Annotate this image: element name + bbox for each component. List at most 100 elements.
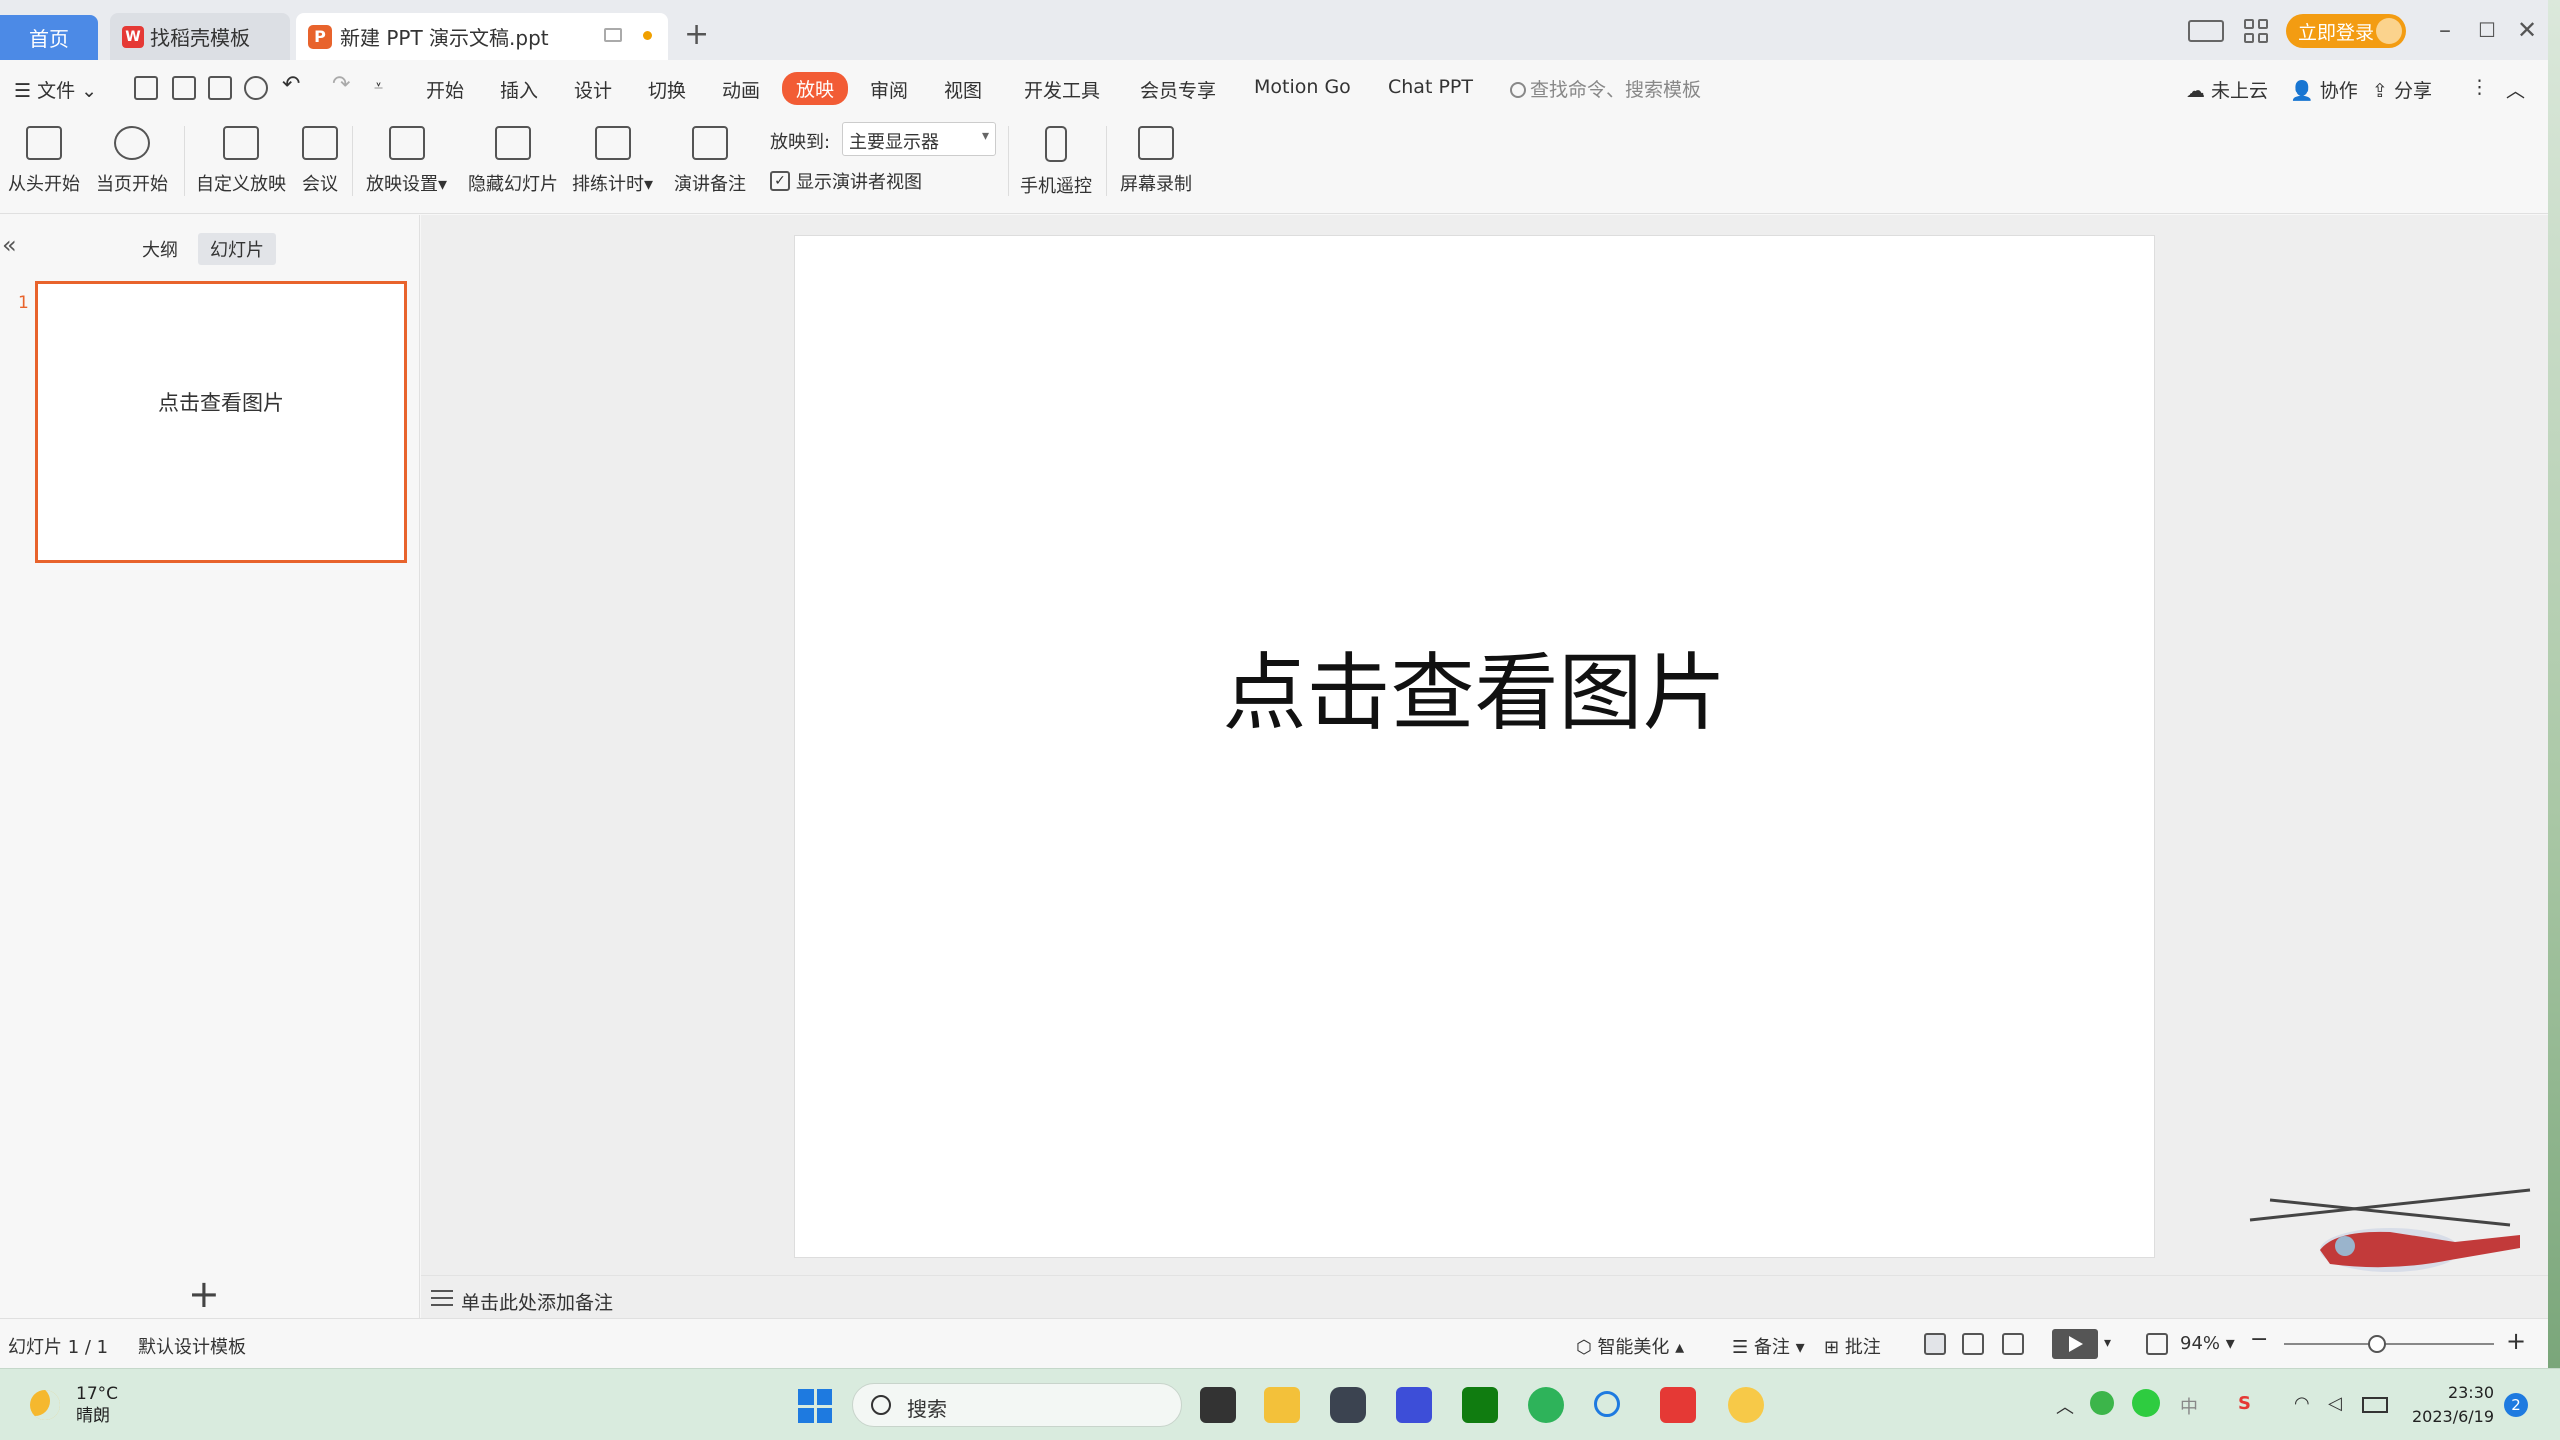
fit-window-icon[interactable] (2146, 1333, 2168, 1355)
speaker-notes-button[interactable]: 演讲备注 (674, 120, 746, 200)
zoom-in-icon[interactable]: + (2506, 1327, 2526, 1355)
custom-show-button[interactable]: 自定义放映 (196, 120, 286, 200)
app-editor-icon[interactable] (1396, 1387, 1432, 1423)
layout-icon[interactable] (2188, 20, 2224, 42)
zoom-level[interactable]: 94% ▾ (2180, 1333, 2235, 1354)
add-slide-icon[interactable]: + (188, 1275, 220, 1313)
tab-outline[interactable]: 大纲 (130, 233, 190, 265)
screen-record-button[interactable]: 屏幕录制 (1120, 120, 1192, 200)
show-settings-button[interactable]: 放映设置▾ (366, 120, 447, 200)
file-menu[interactable]: ☰ 文件 ⌄ (14, 76, 97, 103)
comments-button[interactable]: ⊞ 批注 (1824, 1333, 1881, 1359)
from-current-button[interactable]: 当页开始 (96, 120, 168, 200)
cloud-status[interactable]: ☁ 未上云 (2186, 76, 2268, 103)
share-button[interactable]: ⇪ 分享 (2372, 76, 2432, 103)
more-icon[interactable]: ⋮ (2470, 76, 2489, 98)
file-explorer-icon[interactable] (1264, 1387, 1300, 1423)
menu-developer[interactable]: 开发工具 (1024, 76, 1100, 103)
play-slideshow-button[interactable] (2052, 1329, 2098, 1359)
collapse-panel-icon[interactable]: « (2, 231, 17, 259)
undo-icon[interactable]: ↶ (282, 72, 300, 97)
tab-home[interactable]: 首页 (0, 15, 98, 60)
app-sun-icon[interactable] (1728, 1387, 1764, 1423)
maximize-icon[interactable]: ☐ (2472, 18, 2502, 42)
menu-chat-ppt[interactable]: Chat PPT (1388, 76, 1473, 98)
zoom-out-icon[interactable]: − (2250, 1327, 2268, 1352)
ime-indicator[interactable]: 中 (2180, 1393, 2198, 1419)
menu-design[interactable]: 设计 (574, 76, 612, 103)
app-cube-icon[interactable] (1330, 1387, 1366, 1423)
normal-view-icon[interactable] (1924, 1333, 1946, 1355)
menu-insert[interactable]: 插入 (500, 76, 538, 103)
menu-member[interactable]: 会员专享 (1140, 76, 1216, 103)
search-app-icon[interactable] (1594, 1391, 1620, 1417)
slide-title-text[interactable]: 点击查看图片 (1222, 626, 1726, 747)
menu-view[interactable]: 视图 (944, 76, 982, 103)
wifi-icon[interactable]: ◠ (2294, 1393, 2310, 1414)
notes-toggle-label: 备注 (1753, 1337, 1790, 1358)
menu-transitions[interactable]: 切换 (648, 76, 686, 103)
menu-home[interactable]: 开始 (426, 76, 464, 103)
beautify-button[interactable]: ⬡ 智能美化 ▴ (1576, 1333, 1684, 1359)
clock[interactable]: 23:30 2023/6/19 (2412, 1381, 2494, 1429)
browser-icon[interactable] (1528, 1387, 1564, 1423)
task-view-icon[interactable] (1200, 1387, 1236, 1423)
sogou-icon[interactable]: S (2238, 1393, 2251, 1414)
tab-document[interactable]: P 新建 PPT 演示文稿.ppt (296, 13, 668, 60)
rehearse-button[interactable]: 排练计时▾ (572, 120, 653, 200)
tab-home-label: 首页 (29, 27, 69, 51)
play-from-start-icon (26, 126, 62, 160)
redo-icon[interactable]: ↷ (332, 72, 350, 97)
slide-canvas[interactable]: 点击查看图片 (794, 235, 2155, 1258)
zoom-slider[interactable] (2284, 1343, 2494, 1345)
collaborate-button[interactable]: 👤 协作 (2290, 76, 2358, 103)
meeting-button[interactable]: 会议 (302, 120, 338, 200)
menu-slideshow[interactable]: 放映 (782, 72, 849, 105)
menu-animations[interactable]: 动画 (722, 76, 760, 103)
notes-pane[interactable]: 单击此处添加备注 (421, 1275, 2548, 1318)
reading-view-icon[interactable] (2002, 1333, 2024, 1355)
vertical-scrollbar[interactable] (2534, 225, 2542, 1245)
phone-remote-button[interactable]: 手机遥控 (1020, 120, 1092, 200)
notification-badge[interactable]: 2 (2504, 1393, 2528, 1417)
play-options-icon[interactable]: ▾ (2104, 1335, 2111, 1351)
command-search[interactable]: 查找命令、搜索模板 (1510, 75, 1701, 102)
print-icon[interactable] (208, 76, 232, 100)
tab-template-store[interactable]: W 找稻壳模板 (110, 13, 290, 60)
preview-icon[interactable] (244, 76, 268, 100)
wechat-icon[interactable] (2132, 1389, 2160, 1417)
save-icon[interactable] (134, 76, 158, 100)
taskbar-search[interactable]: 搜索 (852, 1383, 1182, 1427)
template-name[interactable]: 默认设计模板 (138, 1333, 246, 1359)
hide-slide-button[interactable]: 隐藏幻灯片 (468, 120, 558, 200)
login-button[interactable]: 立即登录 (2286, 14, 2406, 48)
slide-thumbnail[interactable]: 点击查看图片 (35, 281, 407, 563)
start-icon[interactable] (798, 1389, 832, 1423)
new-tab-button[interactable]: + (684, 20, 709, 50)
volume-icon[interactable]: ◁ (2328, 1393, 2342, 1414)
minimize-icon[interactable]: – (2430, 16, 2460, 44)
battery-icon[interactable] (2362, 1397, 2388, 1413)
collapse-ribbon-icon[interactable]: ︿ (2506, 76, 2525, 103)
xbox-icon[interactable] (1462, 1387, 1498, 1423)
play-to-select[interactable]: 主要显示器 (842, 122, 996, 156)
weather-widget[interactable]: 17°C 晴朗 (30, 1383, 118, 1427)
slide-sorter-icon[interactable] (1962, 1333, 1984, 1355)
monitor-icon[interactable] (604, 28, 622, 42)
export-icon[interactable] (172, 76, 196, 100)
apps-grid-icon[interactable] (2244, 19, 2268, 43)
from-start-button[interactable]: 从头开始 (8, 120, 80, 200)
notes-toggle[interactable]: ☰ 备注 ▾ (1732, 1333, 1805, 1359)
tab-slides[interactable]: 幻灯片 (198, 233, 276, 265)
customize-toolbar-icon[interactable]: ⩡ (374, 76, 383, 96)
presenter-view-checkbox[interactable]: ✓ 显示演讲者视图 (770, 168, 922, 194)
menu-motion-go[interactable]: Motion Go (1254, 76, 1351, 98)
rehearse-label: 排练计时▾ (572, 174, 654, 195)
tray-expand-icon[interactable]: ︿ (2056, 1393, 2074, 1419)
zoom-slider-thumb[interactable] (2368, 1335, 2386, 1353)
menu-review[interactable]: 审阅 (870, 76, 908, 103)
title-bar: 首页 W 找稻壳模板 P 新建 PPT 演示文稿.ppt + 立即登录 – ☐ … (0, 0, 2548, 60)
close-icon[interactable]: ✕ (2512, 16, 2542, 44)
wps-icon[interactable] (1660, 1387, 1696, 1423)
tray-app-icon[interactable] (2090, 1391, 2114, 1415)
